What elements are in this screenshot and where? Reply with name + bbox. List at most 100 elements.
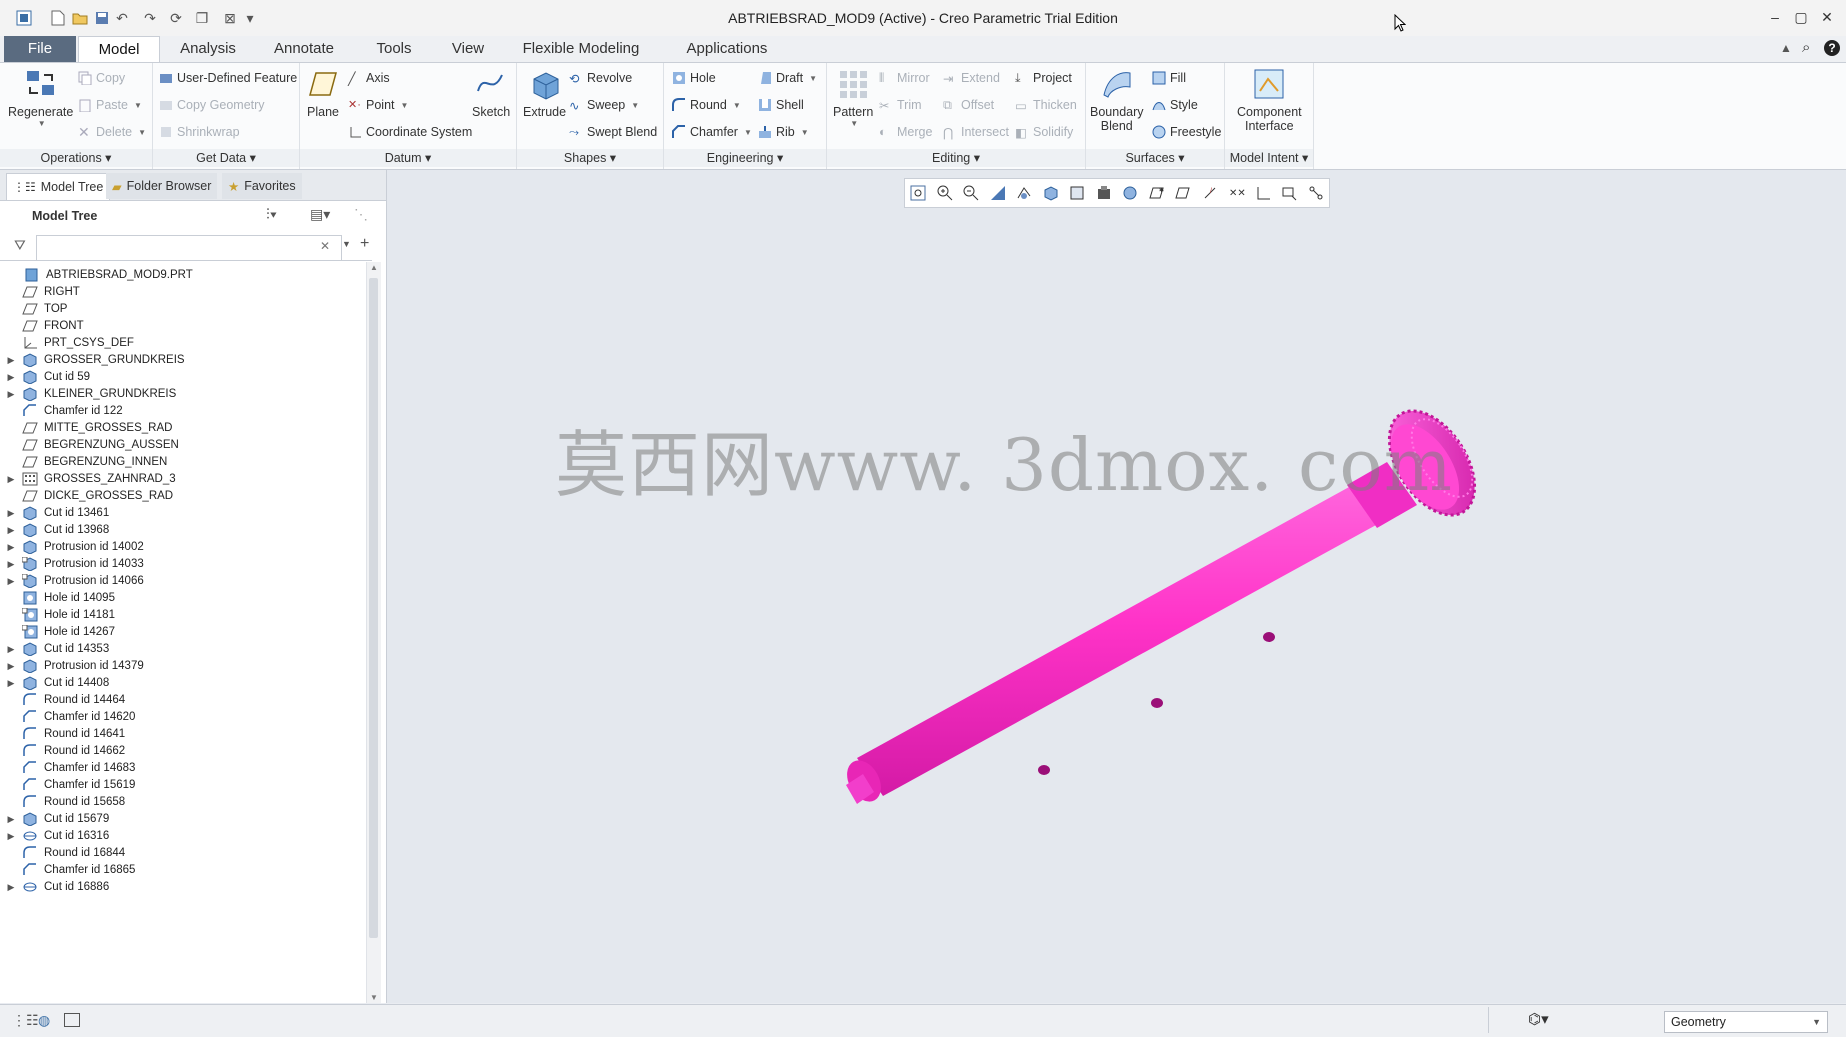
point-button[interactable]: ✕· Point ▼ xyxy=(348,96,408,114)
rib-button[interactable]: Rib ▼ xyxy=(758,123,809,141)
annotation-display-icon[interactable] xyxy=(1254,184,1272,202)
repaint-icon[interactable] xyxy=(989,184,1007,202)
regenerate-button[interactable]: Regenerate ▼ xyxy=(8,67,73,128)
expand-arrow-icon[interactable]: ▶ xyxy=(4,661,18,672)
user-defined-feature-button[interactable]: User-Defined Feature xyxy=(159,69,297,87)
collapse-ribbon-icon[interactable]: ▲ xyxy=(1780,41,1792,55)
csys-display-icon[interactable]: ✕✕ xyxy=(1227,184,1246,202)
zoom-out-icon[interactable] xyxy=(962,184,980,202)
copy-button[interactable]: Copy xyxy=(78,69,125,87)
search-options-icon[interactable]: ▼ xyxy=(342,239,351,249)
fill-button[interactable]: Fill xyxy=(1152,69,1186,87)
revolve-button[interactable]: ⟲ Revolve xyxy=(569,69,632,87)
display-style-icon[interactable] xyxy=(1015,184,1033,202)
pattern-button[interactable]: Pattern ▼ xyxy=(833,67,873,128)
tree-settings-icon[interactable]: ▤▾ xyxy=(310,206,330,223)
tree-item[interactable]: ▶ Cut id 16886 xyxy=(0,877,110,897)
maximize-button[interactable]: ▢ xyxy=(1788,6,1814,28)
view-manager-icon[interactable] xyxy=(1068,184,1086,202)
tab-tools[interactable]: Tools xyxy=(354,36,434,62)
expand-arrow-icon[interactable]: ▶ xyxy=(4,814,18,825)
close-button[interactable]: ✕ xyxy=(1814,6,1840,28)
paste-button[interactable]: Paste ▼ xyxy=(78,96,142,114)
hole-button[interactable]: Hole xyxy=(672,69,716,87)
expand-arrow-icon[interactable]: ▶ xyxy=(4,355,18,366)
expand-arrow-icon[interactable]: ▶ xyxy=(4,525,18,536)
style-button[interactable]: Style xyxy=(1152,96,1198,114)
tab-favorites[interactable]: ★ Favorites xyxy=(222,173,302,199)
copy-geometry-button[interactable]: Copy Geometry xyxy=(159,96,265,114)
sketch-button[interactable]: Sketch xyxy=(472,67,510,119)
tree-search-input[interactable] xyxy=(36,235,342,261)
scroll-thumb[interactable] xyxy=(369,278,378,938)
sweep-button[interactable]: ∿ Sweep ▼ xyxy=(569,96,639,114)
spin-center-icon[interactable] xyxy=(1280,184,1298,202)
show-browser-icon[interactable]: ◍ xyxy=(38,1012,50,1029)
surfaces-group-label[interactable]: Surfaces ▾ xyxy=(1086,149,1224,167)
merge-button[interactable]: ◐ Merge xyxy=(879,123,932,141)
tree-scrollbar[interactable]: ▲ ▼ xyxy=(366,262,381,1003)
tab-applications[interactable]: Applications xyxy=(662,36,792,62)
expand-arrow-icon[interactable]: ▶ xyxy=(4,389,18,400)
swept-blend-button[interactable]: ⤳ Swept Blend xyxy=(569,123,657,141)
component-interface-button[interactable]: Component Interface xyxy=(1237,67,1302,133)
shapes-group-label[interactable]: Shapes ▾ xyxy=(517,149,663,167)
expand-arrow-icon[interactable]: ▶ xyxy=(4,576,18,587)
intersect-button[interactable]: ⋂ Intersect xyxy=(943,123,1009,141)
tree-columns-icon[interactable]: ⋱ xyxy=(354,206,368,223)
expand-arrow-icon[interactable]: ▶ xyxy=(4,559,18,570)
perspective-icon[interactable] xyxy=(1095,184,1113,202)
find-icon[interactable]: ⌬▾ xyxy=(1528,1010,1549,1028)
search-icon[interactable]: ⌕ xyxy=(1802,39,1810,56)
coordinate-system-button[interactable]: Coordinate System xyxy=(348,123,472,141)
point-display-icon[interactable]: / xyxy=(1201,184,1219,202)
axis-display-icon[interactable] xyxy=(1174,184,1192,202)
model-intent-group-label[interactable]: Model Intent ▾ xyxy=(1225,149,1313,167)
expand-arrow-icon[interactable]: ▶ xyxy=(4,508,18,519)
selection-filter-select[interactable]: Geometry ▼ xyxy=(1664,1011,1828,1033)
filter-icon[interactable]: ⛛ xyxy=(14,237,26,254)
shrinkwrap-button[interactable]: Shrinkwrap xyxy=(159,123,240,141)
minimize-button[interactable]: – xyxy=(1762,6,1788,28)
expand-arrow-icon[interactable]: ▶ xyxy=(4,474,18,485)
clear-search-icon[interactable]: ✕ xyxy=(320,239,330,253)
refit-icon[interactable] xyxy=(909,184,927,202)
plane-button[interactable]: Plane xyxy=(306,67,340,119)
saved-orientations-icon[interactable] xyxy=(1042,184,1060,202)
tree-filters-icon[interactable]: ⫶▾ xyxy=(266,206,277,223)
help-icon[interactable]: ? xyxy=(1824,40,1840,56)
boundary-blend-button[interactable]: Boundary Blend xyxy=(1090,67,1144,133)
extrude-button[interactable]: Extrude xyxy=(523,67,566,119)
expand-arrow-icon[interactable]: ▶ xyxy=(4,542,18,553)
full-screen-icon[interactable] xyxy=(64,1013,80,1027)
tab-folder-browser[interactable]: ▰ Folder Browser xyxy=(106,173,218,199)
engineering-group-label[interactable]: Engineering ▾ xyxy=(664,149,826,167)
tab-file[interactable]: File xyxy=(4,36,76,62)
appearance-icon[interactable] xyxy=(1121,184,1139,202)
show-navigator-icon[interactable]: ⋮☷ xyxy=(12,1012,39,1029)
graphics-window[interactable]: 莫西网www. 3dmox. com xyxy=(387,170,1846,1003)
plane-display-icon[interactable]: ✱ xyxy=(1148,184,1166,202)
thicken-button[interactable]: ▭ Thicken xyxy=(1015,96,1077,114)
tab-model[interactable]: Model xyxy=(78,36,160,64)
editing-group-label[interactable]: Editing ▾ xyxy=(827,149,1085,167)
datum-group-label[interactable]: Datum ▾ xyxy=(300,149,516,167)
extend-button[interactable]: ⇥ Extend xyxy=(943,69,1000,87)
solidify-button[interactable]: ◧ Solidify xyxy=(1015,123,1073,141)
get-data-group-label[interactable]: Get Data ▾ xyxy=(153,149,299,167)
delete-button[interactable]: ✕ Delete ▼ xyxy=(78,123,146,141)
tab-flexible-modeling[interactable]: Flexible Modeling xyxy=(506,36,656,62)
scroll-up-icon[interactable]: ▲ xyxy=(370,263,378,272)
draft-button[interactable]: Draft ▼ xyxy=(758,69,817,87)
expand-arrow-icon[interactable]: ▶ xyxy=(4,831,18,842)
axis-button[interactable]: ╱ Axis xyxy=(348,69,390,87)
round-button[interactable]: Round ▼ xyxy=(672,96,741,114)
zoom-in-icon[interactable] xyxy=(936,184,954,202)
tab-view[interactable]: View xyxy=(438,36,498,62)
tab-model-tree[interactable]: ⋮☷ Model Tree xyxy=(6,173,111,200)
trim-button[interactable]: ✂ Trim xyxy=(879,96,922,114)
expand-arrow-icon[interactable]: ▶ xyxy=(4,882,18,893)
expand-arrow-icon[interactable]: ▶ xyxy=(4,372,18,383)
mirror-button[interactable]: ⫴ Mirror xyxy=(879,69,930,87)
add-icon[interactable]: + xyxy=(360,235,369,253)
